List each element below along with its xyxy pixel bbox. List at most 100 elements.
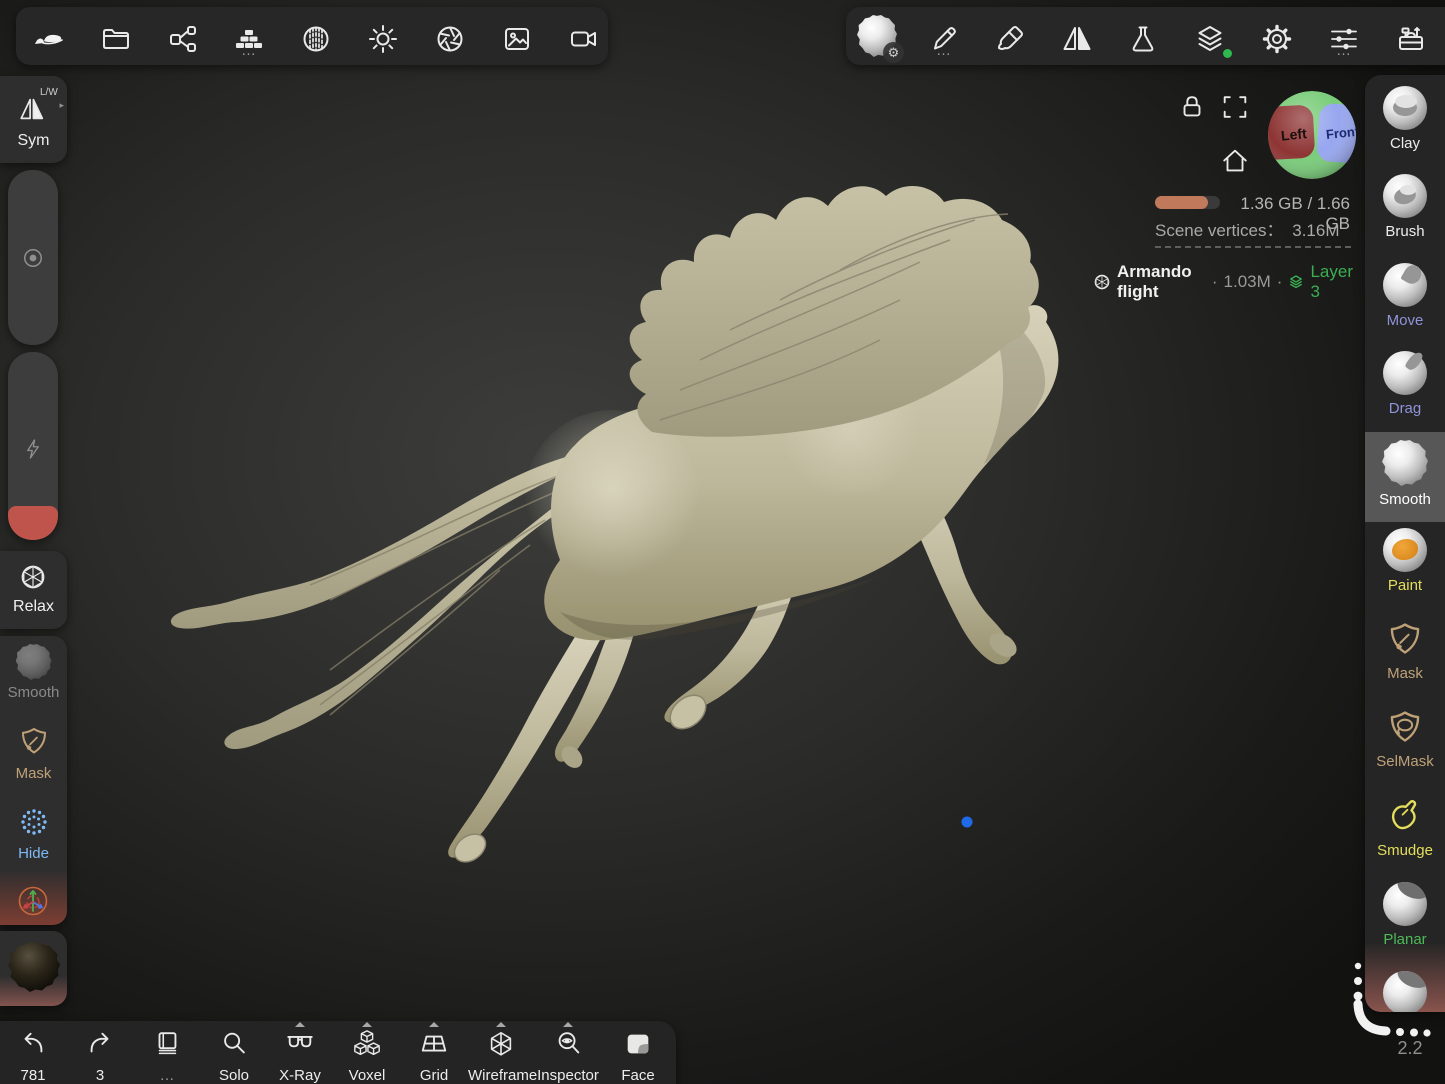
notes-more-label: … bbox=[134, 1067, 200, 1084]
left-mask-button[interactable]: Mask bbox=[0, 726, 67, 782]
grid-button[interactable]: Grid bbox=[401, 1029, 467, 1084]
topology-more-dots: … bbox=[241, 47, 257, 55]
fullscreen-button[interactable] bbox=[1215, 87, 1255, 127]
voxel-button[interactable]: Voxel bbox=[334, 1029, 400, 1084]
symmetry-button[interactable] bbox=[1057, 19, 1097, 59]
tool-move[interactable]: Move bbox=[1365, 263, 1445, 351]
tool-clay[interactable]: Clay bbox=[1365, 86, 1445, 174]
tool-label-move: Move bbox=[1365, 312, 1445, 329]
toolbox-button[interactable] bbox=[1391, 19, 1431, 59]
solo-button[interactable]: Solo bbox=[201, 1029, 267, 1084]
expand-caret-icon[interactable] bbox=[295, 1022, 305, 1027]
facegroup-label: Face Group bbox=[602, 1067, 674, 1084]
layer-name[interactable]: Layer 3 bbox=[1310, 262, 1353, 302]
camera-lock-button[interactable] bbox=[1172, 87, 1212, 127]
sym-expand-arrow[interactable]: ▸ bbox=[59, 100, 64, 111]
transform-gizmo-icon bbox=[15, 883, 51, 919]
left-smooth-button[interactable]: Smooth bbox=[0, 644, 67, 701]
wireframe-button[interactable]: Wireframe bbox=[468, 1029, 534, 1084]
navigation-sphere[interactable]: Left Front bbox=[1266, 89, 1358, 181]
expand-caret-icon[interactable] bbox=[563, 1022, 573, 1027]
material-sphere-icon bbox=[300, 23, 332, 55]
left-hide-label: Hide bbox=[0, 845, 67, 862]
video-camera-icon bbox=[568, 23, 600, 55]
symmetry-panel[interactable]: L/W ▸ Sym bbox=[0, 76, 67, 163]
facegroup-button[interactable]: Face Group bbox=[602, 1029, 674, 1084]
expand-caret-icon[interactable] bbox=[429, 1022, 439, 1027]
glasses-icon bbox=[285, 1029, 315, 1059]
xray-button[interactable]: X-Ray bbox=[267, 1029, 333, 1084]
tool-paint[interactable]: Paint bbox=[1365, 528, 1445, 616]
stroke-more-dots: … bbox=[936, 47, 952, 55]
folder-icon bbox=[100, 23, 132, 55]
tool-drag[interactable]: Drag bbox=[1365, 351, 1445, 439]
tool-planar[interactable]: Planar bbox=[1365, 882, 1445, 970]
object-name: Armando flight bbox=[1117, 262, 1206, 302]
nomad-logo[interactable] bbox=[29, 19, 69, 59]
corner-dots-ornament bbox=[1345, 958, 1445, 1050]
object-info-line[interactable]: Armando flight · 1.03M · Layer 3 bbox=[1093, 262, 1353, 302]
lathe-button[interactable] bbox=[1123, 19, 1163, 59]
material-sphere-button[interactable] bbox=[296, 19, 336, 59]
memory-usage-bar bbox=[1155, 196, 1220, 209]
brush-settings-badge[interactable]: ⚙ bbox=[883, 42, 904, 63]
radius-slider[interactable] bbox=[8, 170, 58, 345]
tool-brush[interactable]: Brush bbox=[1365, 174, 1445, 262]
gear-icon bbox=[1261, 23, 1293, 55]
sym-mirror-icon bbox=[17, 94, 47, 124]
tool-smudge[interactable]: Smudge bbox=[1365, 794, 1445, 882]
camera-button[interactable] bbox=[564, 19, 604, 59]
toolbox-icon bbox=[1395, 23, 1427, 55]
voxel-cubes-icon bbox=[352, 1029, 382, 1059]
brush-preview-button[interactable]: ⚙ bbox=[857, 16, 897, 56]
expand-caret-icon[interactable] bbox=[496, 1022, 506, 1027]
relax-button[interactable]: Relax bbox=[0, 551, 67, 629]
undo-button[interactable]: 781 bbox=[0, 1029, 66, 1084]
left-smooth-label: Smooth bbox=[0, 684, 67, 701]
postprocess-button[interactable] bbox=[430, 19, 470, 59]
intensity-bolt-icon bbox=[21, 437, 45, 461]
tool-smooth[interactable]: Smooth bbox=[1365, 440, 1445, 528]
settings-button[interactable] bbox=[1257, 19, 1297, 59]
redo-icon bbox=[85, 1029, 115, 1059]
clay-tool-icon bbox=[1383, 86, 1427, 130]
redo-button[interactable]: 3 bbox=[67, 1029, 133, 1084]
tool-label-selmask: SelMask bbox=[1365, 753, 1445, 770]
gizmo-button[interactable] bbox=[15, 883, 51, 919]
tool-selmask[interactable]: SelMask bbox=[1365, 705, 1445, 793]
tool-label-drag: Drag bbox=[1365, 400, 1445, 417]
tool-label-smudge: Smudge bbox=[1365, 842, 1445, 859]
expand-caret-icon[interactable] bbox=[362, 1022, 372, 1027]
flask-icon bbox=[1127, 23, 1159, 55]
scene-vertices-line: Scene vertices： 3.16M bbox=[1155, 216, 1339, 241]
tool-mask[interactable]: Mask bbox=[1365, 617, 1445, 705]
paint-tool-icon bbox=[1383, 528, 1427, 572]
smooth-sphere-icon bbox=[16, 644, 52, 680]
mask-shield-icon bbox=[18, 726, 50, 758]
top-left-toolbar: … bbox=[16, 7, 608, 65]
sliders-more-dots: … bbox=[1336, 47, 1352, 55]
intensity-slider[interactable] bbox=[8, 352, 58, 540]
sun-icon bbox=[367, 23, 399, 55]
material-preview-panel[interactable] bbox=[0, 931, 67, 1006]
object-vertices: 1.03M bbox=[1224, 272, 1271, 292]
scene-vertices-value: 3.16M bbox=[1292, 221, 1339, 240]
nav-front-label: Front bbox=[1325, 124, 1358, 142]
tool-label-paint: Paint bbox=[1365, 577, 1445, 594]
smooth-tool-icon bbox=[1382, 440, 1428, 486]
wireframe-sphere-icon bbox=[1093, 273, 1111, 291]
sym-label: Sym bbox=[0, 132, 67, 150]
background-button[interactable] bbox=[497, 19, 537, 59]
top-right-toolbar: ⚙ bbox=[846, 7, 1445, 65]
lighting-button[interactable] bbox=[363, 19, 403, 59]
scene-graph-button[interactable] bbox=[163, 19, 203, 59]
left-hide-button[interactable]: Hide bbox=[0, 806, 67, 862]
inspector-button[interactable]: Inspector bbox=[535, 1029, 601, 1084]
files-button[interactable] bbox=[96, 19, 136, 59]
material-paint-button[interactable] bbox=[990, 19, 1030, 59]
gear-badge-icon: ⚙ bbox=[888, 45, 900, 61]
home-view-button[interactable] bbox=[1215, 141, 1255, 181]
layer-icon bbox=[1288, 274, 1304, 290]
tool-label-mask: Mask bbox=[1365, 665, 1445, 682]
notes-button[interactable]: … bbox=[134, 1029, 200, 1084]
